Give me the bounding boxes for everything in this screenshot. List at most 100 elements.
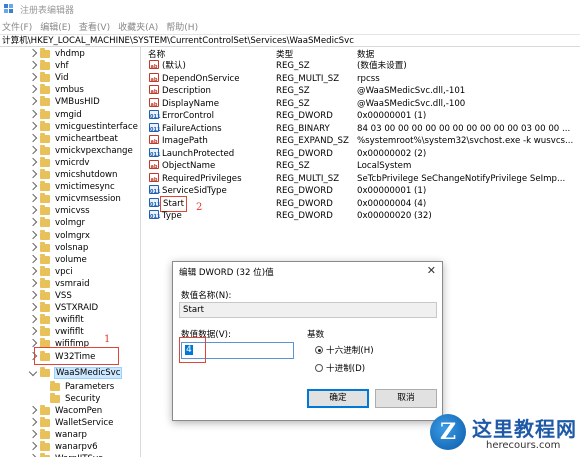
value-row[interactable]: ab Description REG_SZ @WaaSMedicSvc.dll,-10…	[142, 85, 580, 98]
chevron-right-icon[interactable]	[28, 72, 38, 82]
chevron-right-icon[interactable]	[28, 97, 38, 106]
close-icon[interactable]: ✕	[427, 264, 436, 277]
chevron-right-icon[interactable]	[28, 193, 38, 203]
chevron-right-icon[interactable]	[28, 441, 38, 451]
value-name: LaunchProtected	[162, 148, 235, 159]
tree-item[interactable]: vmicvss	[28, 205, 90, 217]
value-row[interactable]: ab DisplayName REG_SZ @WaaSMedicSvc.dll,-10…	[142, 97, 580, 111]
value-row[interactable]: 011 FailureActions REG_BINARY 84 03 00 00 0…	[142, 122, 580, 136]
value-data: 0x00000002 (2)	[357, 148, 427, 159]
tree-child-item[interactable]: Security	[50, 392, 100, 405]
chevron-right-icon[interactable]	[28, 121, 38, 130]
value-row[interactable]: 011 Start REG_DWORD 0x00000004 (4)	[142, 195, 580, 212]
tree-item[interactable]: WalletService	[28, 417, 113, 429]
header-type[interactable]: 类型	[276, 48, 293, 60]
chevron-right-icon[interactable]	[28, 48, 38, 58]
tree-item-selected[interactable]: WaaSMedicSvc	[28, 366, 123, 379]
tree-item[interactable]: VSTXRAID	[28, 302, 98, 314]
string-value-icon: ab	[149, 85, 159, 95]
key-tree[interactable]: vhdmp vhf Vid vmbus VMBusHID vmgid vmicguestin…	[0, 47, 141, 457]
chevron-right-icon[interactable]	[28, 290, 38, 300]
menu-favorites[interactable]: 收藏夹(A)	[118, 20, 158, 33]
tree-item[interactable]: Vid	[28, 72, 69, 84]
tree-child-item[interactable]: Parameters	[50, 380, 114, 393]
tree-item[interactable]: vmicshutdown	[28, 169, 118, 181]
tree-item[interactable]: vhf	[28, 60, 69, 72]
menu-help[interactable]: 帮助(H)	[166, 20, 198, 33]
chevron-right-icon[interactable]	[28, 327, 38, 336]
tree-item[interactable]: VMBusHID	[28, 96, 100, 108]
tree-item[interactable]: wanarp	[28, 429, 87, 441]
menu-view[interactable]: 查看(V)	[79, 20, 110, 33]
header-name[interactable]: 名称	[148, 48, 165, 60]
value-row[interactable]: ab ImagePath REG_EXPAND_SZ %systemroot%\sys…	[142, 135, 580, 148]
tree-item[interactable]: vmicheartbeat	[28, 132, 118, 145]
tree-item[interactable]: WarpJITSvc	[28, 453, 103, 457]
chevron-right-icon[interactable]	[28, 60, 38, 70]
tree-item[interactable]: vmickvpexchange	[28, 144, 133, 157]
tree-item[interactable]: wanarpv6	[28, 441, 98, 453]
chevron-right-icon[interactable]	[28, 206, 38, 215]
chevron-right-icon[interactable]	[28, 133, 38, 142]
string-value-icon: ab	[149, 160, 159, 170]
folder-icon	[40, 441, 50, 452]
value-row[interactable]: ab (默认) REG_SZ (数值未设置)	[142, 60, 580, 73]
hex-radio[interactable]: 十六进制(H)	[315, 344, 374, 356]
chevron-right-icon[interactable]	[28, 266, 38, 276]
tree-item[interactable]: vmbus	[28, 84, 84, 96]
tree-item[interactable]: vmicguestinterface	[28, 120, 138, 133]
chevron-right-icon[interactable]	[28, 302, 38, 312]
chevron-right-icon[interactable]	[28, 429, 38, 439]
tree-item[interactable]: volmgr	[28, 217, 85, 229]
value-data: rpcss	[357, 73, 380, 84]
value-row[interactable]: 011 Type REG_DWORD 0x00000020 (32)	[142, 210, 580, 223]
value-row[interactable]: 011 LaunchProtected REG_DWORD 0x00000002 (2…	[142, 147, 580, 161]
chevron-down-icon[interactable]	[28, 367, 38, 376]
chevron-right-icon[interactable]	[28, 314, 38, 324]
value-name: RequiredPrivileges	[162, 173, 242, 184]
tree-item[interactable]: vpci	[28, 265, 73, 278]
chevron-right-icon[interactable]	[28, 109, 38, 118]
chevron-right-icon[interactable]	[28, 157, 38, 167]
chevron-right-icon[interactable]	[28, 278, 38, 288]
tree-item[interactable]: vsmraid	[28, 277, 90, 290]
cancel-button[interactable]: 取消	[375, 389, 437, 408]
tree-item[interactable]: vhdmp	[28, 48, 85, 60]
chevron-right-icon[interactable]	[28, 417, 38, 427]
dec-radio[interactable]: 十进制(D)	[315, 362, 365, 374]
chevron-right-icon[interactable]	[28, 181, 38, 191]
chevron-right-icon[interactable]	[28, 169, 38, 179]
chevron-right-icon[interactable]	[28, 405, 38, 415]
chevron-right-icon[interactable]	[28, 254, 38, 263]
value-row[interactable]: 011 ErrorControl REG_DWORD 0x00000001 (1)	[142, 110, 580, 123]
chevron-right-icon[interactable]	[28, 230, 38, 239]
tree-item[interactable]: WacomPen	[28, 404, 102, 417]
tree-item[interactable]: vmgid	[28, 108, 82, 121]
value-row[interactable]: ab RequiredPrivileges REG_MULTI_SZ SeTcbPri…	[142, 172, 580, 186]
tree-item[interactable]: volume	[28, 253, 87, 266]
value-row[interactable]: ab ObjectName REG_SZ LocalSystem	[142, 160, 580, 173]
chevron-right-icon[interactable]	[28, 242, 38, 251]
chevron-right-icon[interactable]	[28, 85, 38, 94]
folder-icon	[40, 108, 50, 119]
value-row[interactable]: ab DependOnService REG_MULTI_SZ rpcss	[142, 72, 580, 86]
menu-edit[interactable]: 编辑(E)	[40, 20, 71, 33]
tree-item[interactable]: VSS	[28, 290, 72, 302]
tree-item[interactable]: vmicvmsession	[28, 193, 121, 205]
tree-item-label: vmbus	[55, 85, 84, 96]
tree-item[interactable]: vmictimesync	[28, 181, 115, 193]
menu-file[interactable]: 文件(F)	[2, 20, 32, 33]
chevron-right-icon[interactable]	[28, 145, 38, 155]
value-row[interactable]: 011 ServiceSidType REG_DWORD 0x00000001 (1)	[142, 185, 580, 198]
tree-item-label: volmgrx	[55, 230, 90, 241]
address-bar[interactable]: 计算机\HKEY_LOCAL_MACHINE\SYSTEM\CurrentCon…	[0, 34, 580, 47]
tree-item[interactable]: volmgrx	[28, 229, 90, 242]
binary-value-icon: 011	[149, 185, 160, 195]
tree-item[interactable]: vmicrdv	[28, 156, 90, 169]
tree-item[interactable]: volsnap	[28, 241, 88, 254]
ok-button[interactable]: 确定	[307, 389, 369, 408]
tree-item[interactable]: vwififlt	[28, 326, 84, 338]
chevron-right-icon[interactable]	[28, 218, 38, 227]
tree-item[interactable]: vwififlt	[28, 314, 84, 326]
header-data[interactable]: 数据	[357, 48, 374, 60]
